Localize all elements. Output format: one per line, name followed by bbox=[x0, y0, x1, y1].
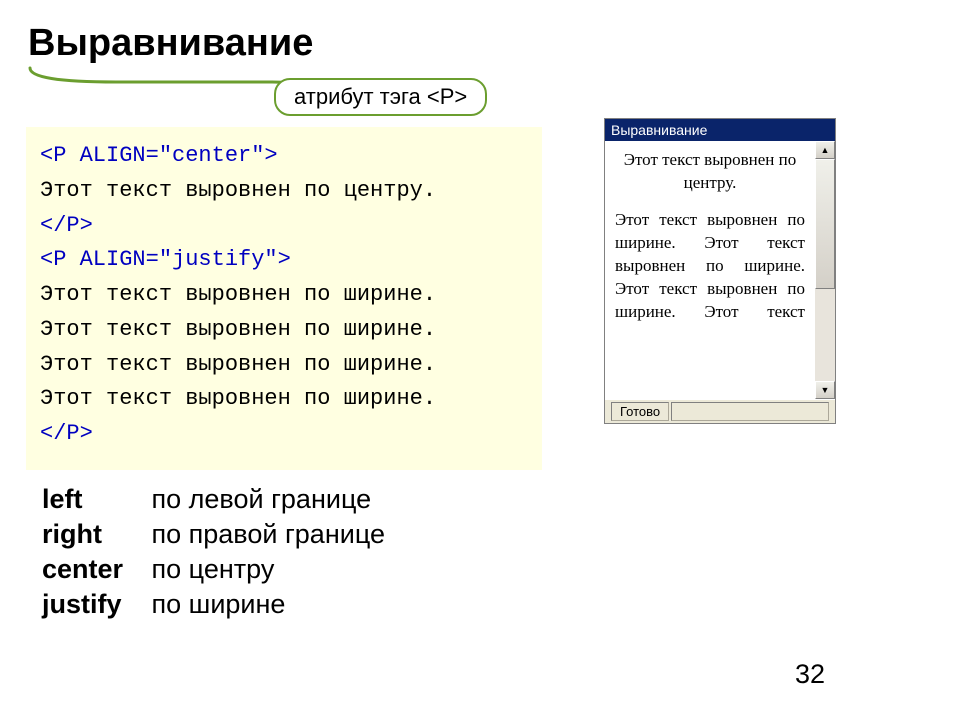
align-desc: по центру bbox=[152, 554, 275, 584]
page-number: 32 bbox=[795, 659, 825, 690]
alignment-values-list: left по левой границе right по правой гр… bbox=[42, 484, 385, 624]
code-line: Этот текст выровнен по ширине. bbox=[40, 317, 436, 342]
scroll-thumb[interactable] bbox=[815, 159, 835, 289]
align-key-right: right bbox=[42, 519, 144, 550]
scroll-down-icon[interactable]: ▼ bbox=[815, 381, 835, 399]
list-item: justify по ширине bbox=[42, 589, 385, 620]
scroll-up-icon[interactable]: ▲ bbox=[815, 141, 835, 159]
scroll-track[interactable] bbox=[815, 159, 835, 381]
code-line: Этот текст выровнен по ширине. bbox=[40, 386, 436, 411]
list-item: right по правой границе bbox=[42, 519, 385, 550]
list-item: left по левой границе bbox=[42, 484, 385, 515]
status-text: Готово bbox=[611, 402, 669, 421]
browser-content: Этот текст выровнен по центру. Этот текс… bbox=[605, 141, 815, 399]
align-key-left: left bbox=[42, 484, 144, 515]
browser-title: Выравнивание bbox=[611, 122, 707, 138]
align-desc: по правой границе bbox=[152, 519, 385, 549]
code-line: </P> bbox=[40, 213, 93, 238]
status-spacer bbox=[671, 402, 829, 421]
centered-paragraph: Этот текст выровнен по центру. bbox=[615, 149, 805, 195]
justified-paragraph: Этот текст выровнен по ширине. Этот текс… bbox=[615, 209, 805, 324]
align-desc: по ширине bbox=[152, 589, 286, 619]
align-desc: по левой границе bbox=[152, 484, 372, 514]
code-line: <P ALIGN="justify"> bbox=[40, 247, 291, 272]
browser-titlebar: Выравнивание bbox=[605, 119, 835, 141]
browser-preview: Выравнивание Этот текст выровнен по цент… bbox=[604, 118, 836, 424]
align-key-justify: justify bbox=[42, 589, 144, 620]
code-line: </P> bbox=[40, 421, 93, 446]
code-line: Этот текст выровнен по ширине. bbox=[40, 282, 436, 307]
scrollbar[interactable]: ▲ ▼ bbox=[815, 141, 835, 399]
code-line: Этот текст выровнен по ширине. bbox=[40, 352, 436, 377]
slide-title: Выравнивание bbox=[28, 22, 313, 65]
code-block: <P ALIGN="center"> Этот текст выровнен п… bbox=[26, 127, 542, 470]
browser-statusbar: Готово bbox=[605, 399, 835, 423]
code-line: Этот текст выровнен по центру. bbox=[40, 178, 436, 203]
code-line: <P ALIGN="center"> bbox=[40, 143, 278, 168]
align-key-center: center bbox=[42, 554, 144, 585]
attribute-callout: атрибут тэга <P> bbox=[274, 78, 487, 116]
list-item: center по центру bbox=[42, 554, 385, 585]
